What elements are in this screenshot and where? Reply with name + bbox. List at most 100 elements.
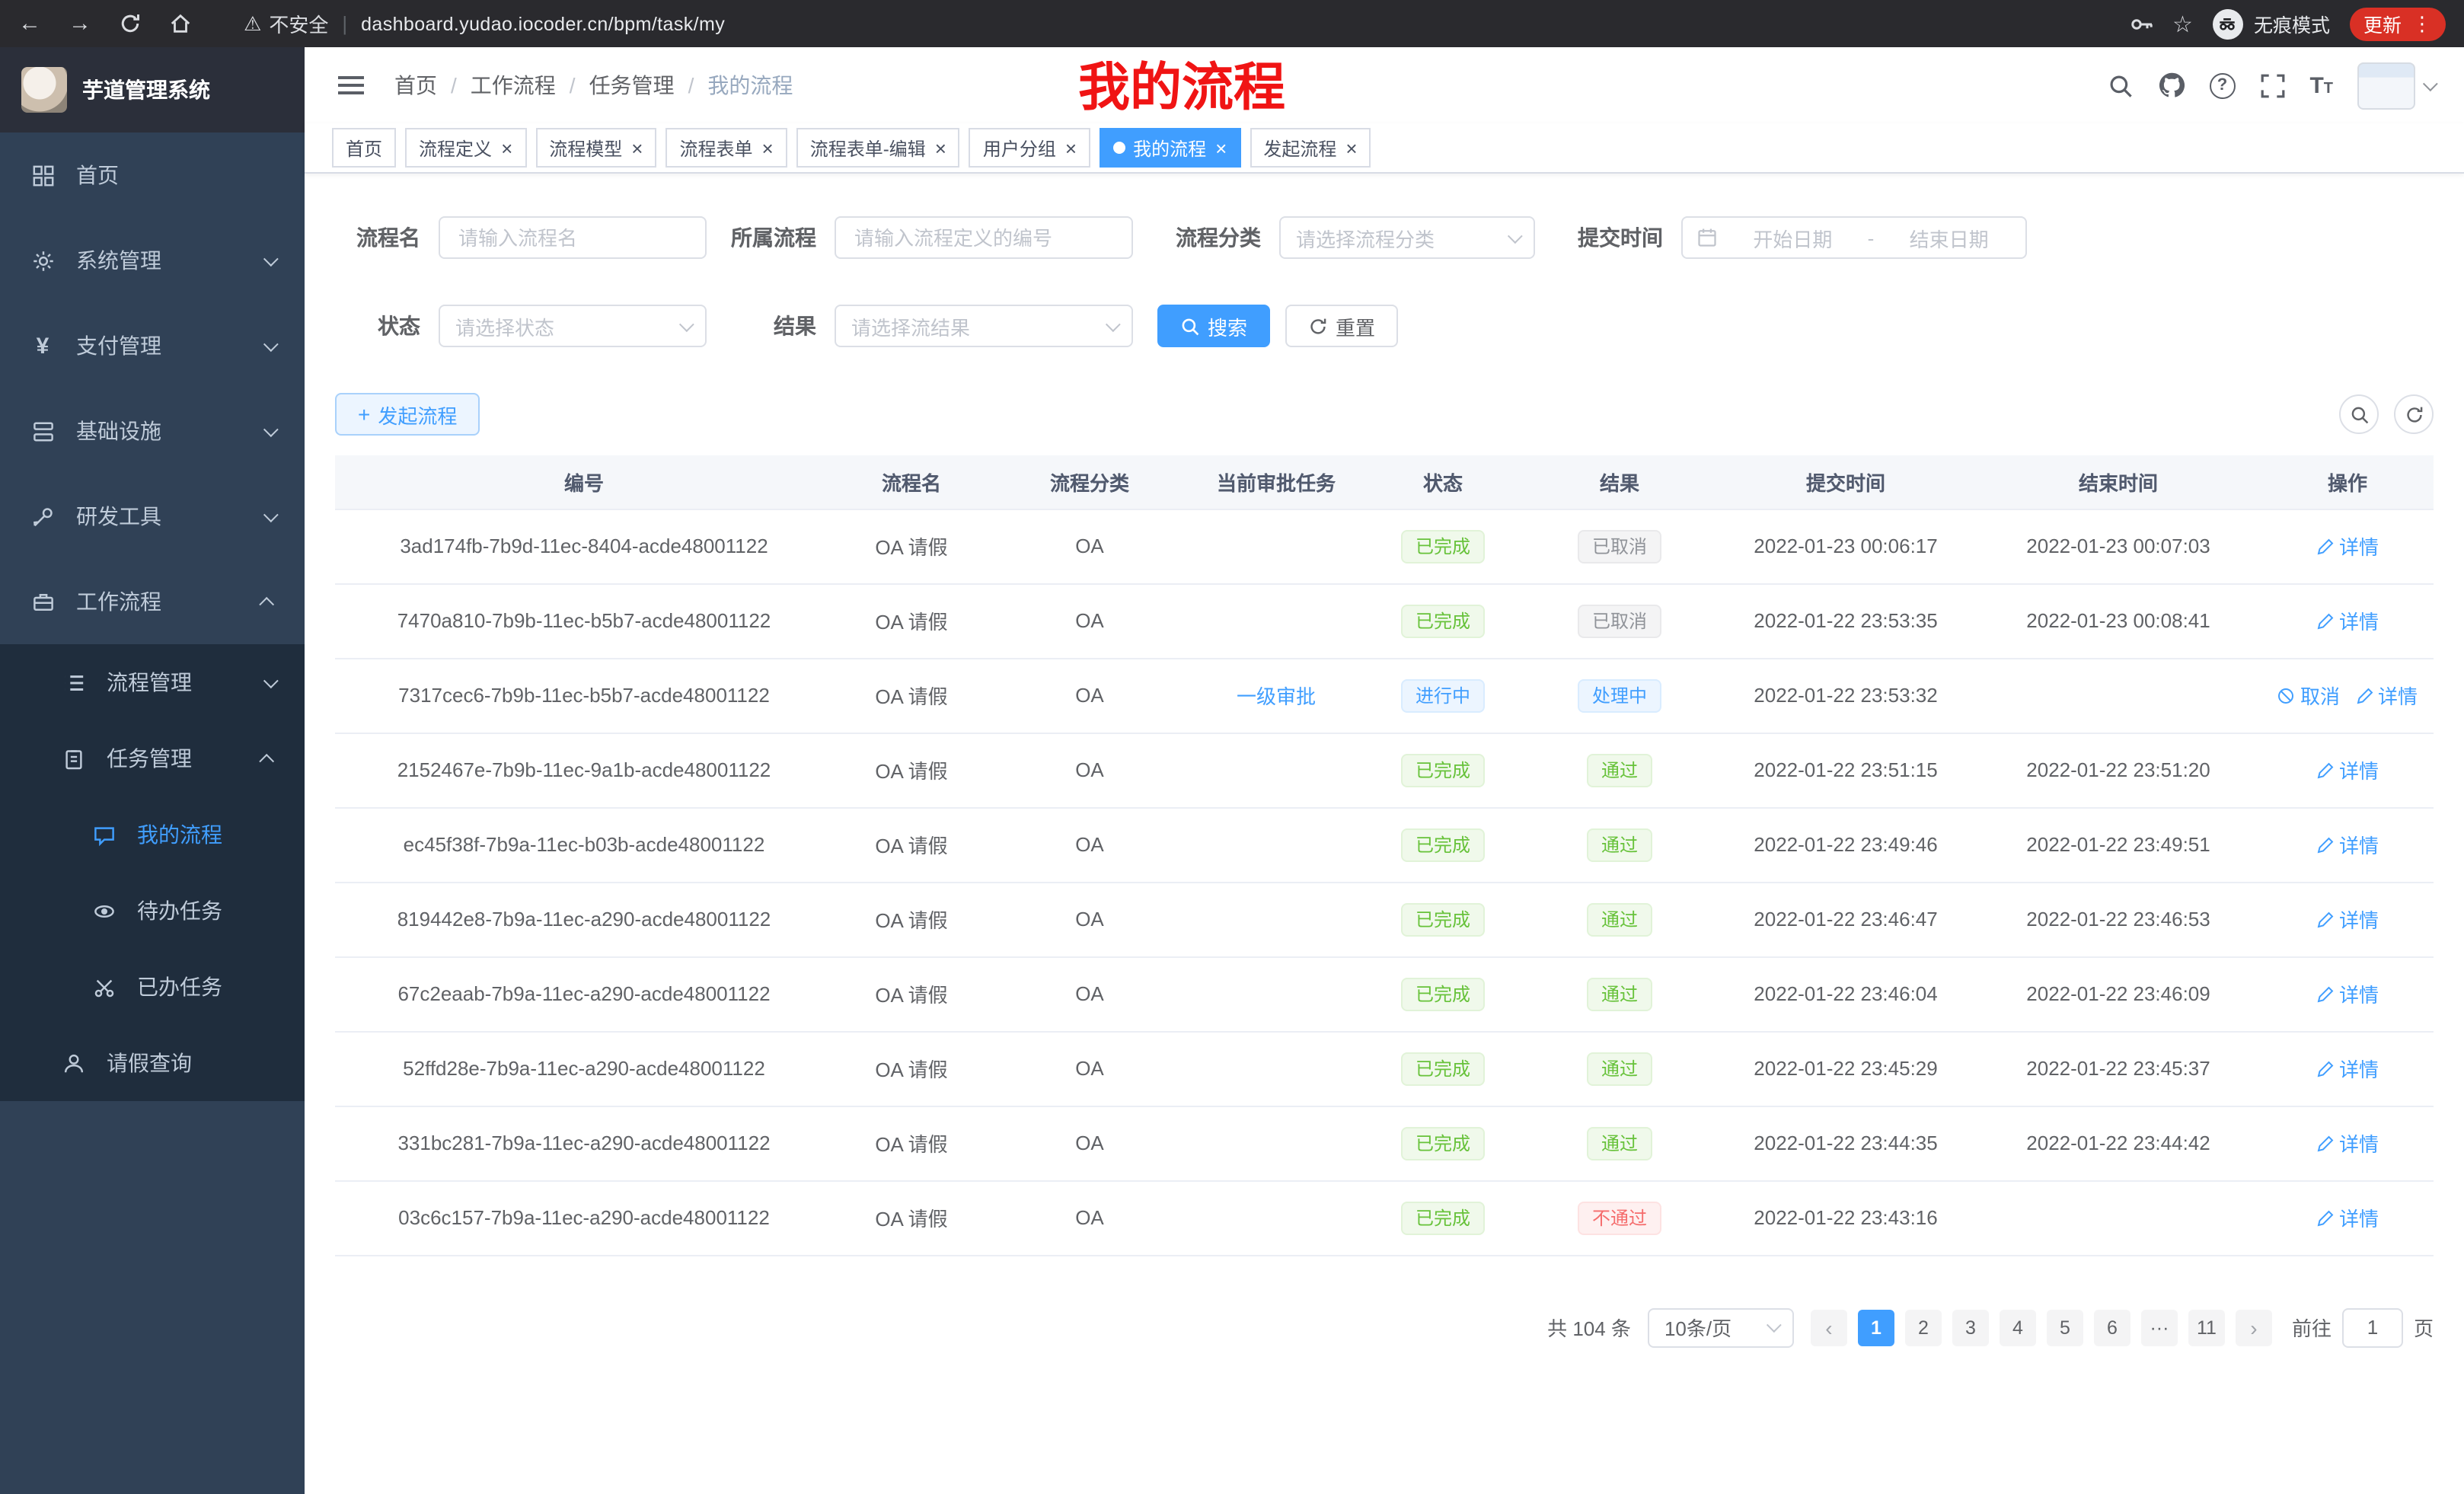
page-number[interactable]: 11 bbox=[2188, 1309, 2225, 1346]
breadcrumb-task-management[interactable]: 任务管理 bbox=[589, 70, 675, 101]
breadcrumb-home[interactable]: 首页 bbox=[394, 70, 437, 101]
forward-icon[interactable]: → bbox=[69, 11, 91, 37]
back-icon[interactable]: ← bbox=[18, 11, 41, 37]
detail-button[interactable]: 详情 bbox=[2316, 755, 2379, 784]
reload-icon[interactable] bbox=[119, 12, 142, 35]
close-icon[interactable]: × bbox=[1344, 138, 1357, 158]
close-icon[interactable]: × bbox=[630, 138, 643, 158]
close-icon[interactable]: × bbox=[500, 138, 512, 158]
cell-result: 通过 bbox=[1523, 1031, 1716, 1106]
detail-button[interactable]: 详情 bbox=[2316, 830, 2379, 859]
browser-menu-icon[interactable]: ⋮ bbox=[2412, 11, 2432, 36]
cell-actions: 详情 bbox=[2261, 1031, 2434, 1106]
detail-button[interactable]: 详情 bbox=[2316, 532, 2379, 560]
cell-process-name: OA 请假 bbox=[833, 882, 990, 956]
cell-submit-time: 2022-01-22 23:49:46 bbox=[1716, 807, 1975, 882]
menu-fold-icon[interactable] bbox=[335, 70, 367, 101]
process-name-input[interactable] bbox=[439, 216, 707, 259]
github-icon[interactable] bbox=[2157, 72, 2185, 99]
tag-my-process[interactable]: 我的流程× bbox=[1100, 128, 1240, 168]
page-number[interactable]: 2 bbox=[1905, 1309, 1942, 1346]
detail-button[interactable]: 详情 bbox=[2355, 681, 2418, 710]
sidebar-item-my-process[interactable]: 我的流程 bbox=[0, 796, 305, 873]
filter-definition-label: 所属流程 bbox=[707, 222, 835, 253]
process-definition-input[interactable] bbox=[835, 216, 1133, 259]
cell-process-name: OA 请假 bbox=[833, 733, 990, 807]
page-number[interactable]: 6 bbox=[2094, 1309, 2130, 1346]
bookmark-star-icon[interactable]: ☆ bbox=[2172, 10, 2193, 37]
tag-process-model[interactable]: 流程模型× bbox=[535, 128, 656, 168]
detail-button[interactable]: 详情 bbox=[2316, 1128, 2379, 1157]
sidebar-item-leave-query[interactable]: 请假查询 bbox=[0, 1025, 305, 1101]
sidebar-item-system[interactable]: 系统管理 bbox=[0, 218, 305, 303]
result-select[interactable]: 请选择流结果 bbox=[835, 305, 1133, 347]
sidebar-item-workflow[interactable]: 工作流程 bbox=[0, 559, 305, 644]
detail-button[interactable]: 详情 bbox=[2316, 905, 2379, 934]
result-tag: 通过 bbox=[1588, 828, 1652, 861]
update-button[interactable]: 更新 ⋮ bbox=[2350, 7, 2446, 40]
font-size-icon[interactable]: TT bbox=[2309, 72, 2333, 98]
col-category: 流程分类 bbox=[990, 455, 1189, 509]
breadcrumb-workflow[interactable]: 工作流程 bbox=[471, 70, 556, 101]
detail-button[interactable]: 详情 bbox=[2316, 1054, 2379, 1083]
date-range-picker[interactable]: 开始日期 - 结束日期 bbox=[1681, 216, 2027, 259]
fullscreen-icon[interactable] bbox=[2259, 72, 2285, 98]
close-icon[interactable]: × bbox=[1214, 138, 1227, 158]
next-page-button[interactable]: › bbox=[2236, 1309, 2272, 1346]
home-icon[interactable] bbox=[169, 12, 192, 35]
detail-button[interactable]: 详情 bbox=[2316, 606, 2379, 635]
filter-time-label: 提交时间 bbox=[1535, 222, 1681, 253]
cell-status: 已完成 bbox=[1363, 733, 1523, 807]
page-number[interactable]: 3 bbox=[1952, 1309, 1989, 1346]
chevron-down-icon bbox=[1106, 316, 1121, 331]
refresh-icon[interactable] bbox=[2394, 394, 2434, 434]
current-task-link[interactable]: 一级审批 bbox=[1237, 685, 1316, 708]
search-button[interactable]: 搜索 bbox=[1157, 305, 1270, 347]
sidebar-item-todo-tasks[interactable]: 待办任务 bbox=[0, 873, 305, 949]
close-icon[interactable]: × bbox=[934, 138, 946, 158]
incognito-icon bbox=[2213, 8, 2243, 39]
page-number[interactable]: 4 bbox=[2000, 1309, 2036, 1346]
sidebar-item-process-management[interactable]: 流程管理 bbox=[0, 644, 305, 720]
cell-result: 已取消 bbox=[1523, 509, 1716, 583]
tag-process-form-edit[interactable]: 流程表单-编辑× bbox=[796, 128, 960, 168]
tag-process-form[interactable]: 流程表单× bbox=[665, 128, 787, 168]
goto-page-input[interactable] bbox=[2342, 1307, 2403, 1347]
sidebar-item-home[interactable]: 首页 bbox=[0, 132, 305, 218]
user-menu[interactable] bbox=[2357, 62, 2434, 109]
tag-start-process[interactable]: 发起流程× bbox=[1250, 128, 1371, 168]
cell-status: 已完成 bbox=[1363, 1180, 1523, 1255]
page-number[interactable]: 5 bbox=[2047, 1309, 2083, 1346]
prev-page-button[interactable]: ‹ bbox=[1811, 1309, 1847, 1346]
category-select[interactable]: 请选择流程分类 bbox=[1279, 216, 1535, 259]
tag-process-definition[interactable]: 流程定义× bbox=[405, 128, 526, 168]
tag-home[interactable]: 首页 bbox=[332, 128, 396, 168]
sidebar-item-done-tasks[interactable]: 已办任务 bbox=[0, 949, 305, 1025]
help-icon[interactable]: ? bbox=[2209, 72, 2235, 98]
detail-button[interactable]: 详情 bbox=[2316, 1203, 2379, 1232]
page-number[interactable]: 1 bbox=[1858, 1309, 1894, 1346]
create-process-button[interactable]: + 发起流程 bbox=[335, 393, 480, 436]
plus-icon: + bbox=[358, 404, 370, 425]
status-select[interactable]: 请选择状态 bbox=[439, 305, 707, 347]
cell-process-name: OA 请假 bbox=[833, 1180, 990, 1255]
sidebar-item-task-management[interactable]: 任务管理 bbox=[0, 720, 305, 796]
cancel-button[interactable]: 取消 bbox=[2277, 681, 2340, 710]
close-icon[interactable]: × bbox=[1064, 138, 1077, 158]
key-icon[interactable] bbox=[2128, 11, 2153, 36]
page-size-select[interactable]: 10条/页 bbox=[1648, 1307, 1794, 1347]
reset-button[interactable]: 重置 bbox=[1285, 305, 1398, 347]
address-bar[interactable]: ⚠ 不安全 | dashboard.yudao.iocoder.cn/bpm/t… bbox=[244, 9, 2128, 38]
tag-user-group[interactable]: 用户分组× bbox=[969, 128, 1090, 168]
detail-button[interactable]: 详情 bbox=[2316, 979, 2379, 1008]
sidebar-item-payment[interactable]: ¥ 支付管理 bbox=[0, 303, 305, 388]
close-icon[interactable]: × bbox=[761, 138, 774, 158]
filter-status-label: 状态 bbox=[335, 311, 439, 341]
sidebar-item-devtools[interactable]: 研发工具 bbox=[0, 474, 305, 559]
toggle-search-icon[interactable] bbox=[2339, 394, 2379, 434]
table-row: 52ffd28e-7b9a-11ec-a290-acde48001122 OA … bbox=[335, 1031, 2434, 1106]
security-warning[interactable]: ⚠ 不安全 bbox=[244, 9, 328, 38]
sidebar-item-infrastructure[interactable]: 基础设施 bbox=[0, 388, 305, 474]
search-icon[interactable] bbox=[2107, 72, 2133, 98]
more-pages-icon[interactable]: ··· bbox=[2141, 1309, 2178, 1346]
